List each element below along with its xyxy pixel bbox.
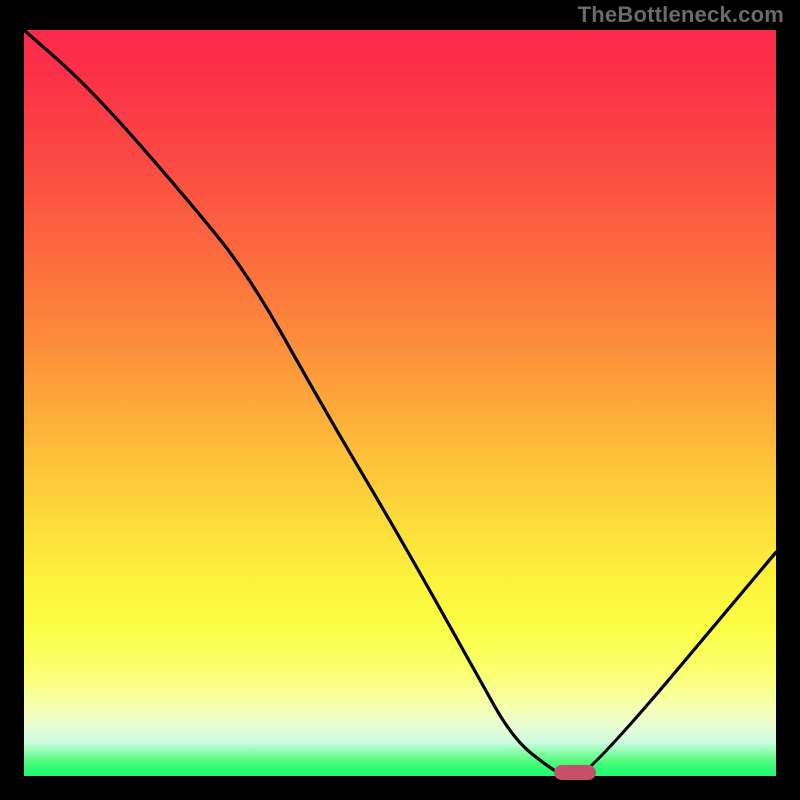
attribution-watermark: TheBottleneck.com — [578, 2, 784, 28]
optimal-range-marker — [554, 765, 595, 780]
chart-container: TheBottleneck.com — [0, 0, 800, 800]
bottleneck-curve — [24, 30, 776, 776]
plot-area — [24, 30, 776, 776]
plot-frame — [24, 30, 776, 776]
